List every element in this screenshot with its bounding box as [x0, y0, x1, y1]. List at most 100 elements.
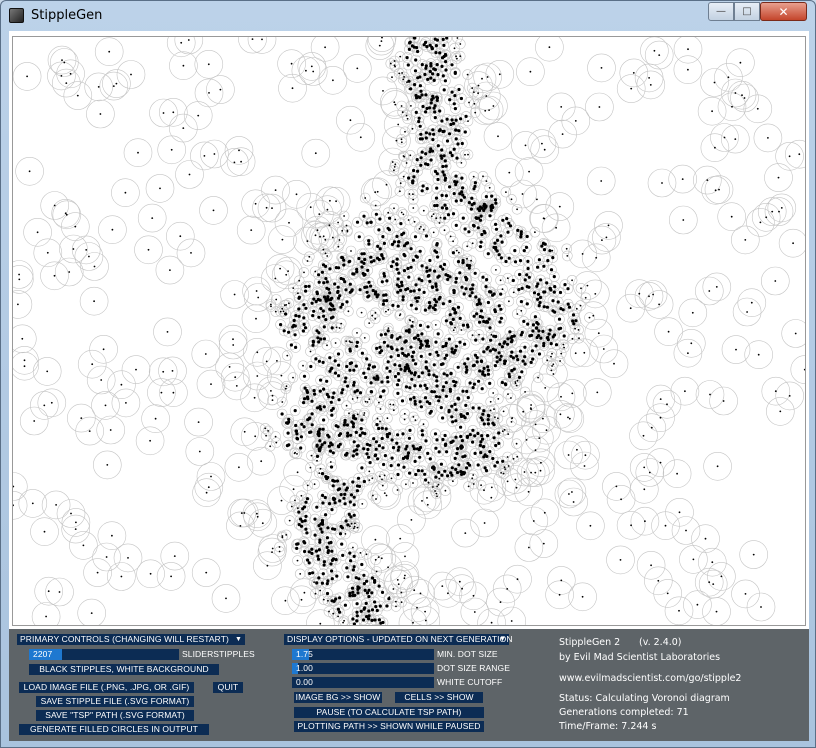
stipple-dot — [435, 492, 438, 495]
stipple-dot — [315, 505, 319, 509]
stipple-dot — [436, 255, 440, 259]
voronoi-cell — [535, 37, 564, 62]
stipple-dot — [341, 553, 345, 558]
stipple-dot — [397, 583, 400, 586]
stipple-dot — [482, 319, 486, 324]
image-bg-toggle-button[interactable]: IMAGE BG >> SHOW — [294, 692, 382, 703]
stipple-dot — [434, 284, 438, 288]
filled-circles-button[interactable]: GENERATE FILLED CIRCLES IN OUTPUT — [19, 724, 209, 735]
stipple-dot — [508, 330, 512, 334]
stipple-dot — [581, 253, 584, 255]
stipple-dot — [727, 76, 730, 79]
stipple-dot — [319, 527, 323, 531]
stipple-dot — [53, 204, 56, 207]
stipple-dot — [366, 268, 370, 272]
display-options-dropdown[interactable]: DISPLAY OPTIONS - UPDATED ON NEXT GENERA… — [284, 634, 513, 645]
stipple-dot — [441, 302, 445, 306]
stipple-dot — [433, 249, 437, 253]
stipple-dot — [208, 92, 210, 94]
stipple-dot — [411, 127, 414, 130]
stipple-dot — [271, 399, 274, 401]
stipple-dot — [100, 379, 103, 381]
stipple-dot — [409, 303, 413, 307]
voronoi-cell — [13, 260, 34, 289]
stipple-dot — [330, 443, 334, 447]
stipple-dot — [355, 602, 359, 606]
stipple-dot — [382, 293, 386, 297]
stipple-dot — [275, 298, 278, 301]
stipple-dot — [464, 403, 468, 407]
stipple-dot — [681, 178, 684, 181]
white-cutoff-slider[interactable]: 0.00 — [292, 677, 434, 688]
stipple-dot — [289, 343, 293, 347]
stipple-dot — [233, 293, 236, 296]
stipple-dot — [484, 469, 489, 473]
stipple-dot — [371, 314, 374, 317]
min-dot-size-slider[interactable]: 1.75 — [292, 649, 434, 660]
stipple-dot — [319, 378, 323, 382]
stipple-dot — [503, 359, 507, 363]
stipple-dot — [519, 230, 523, 234]
minimize-button[interactable]: — — [708, 2, 734, 21]
stipple-dot — [734, 138, 737, 140]
stipple-dot — [390, 438, 394, 442]
stipple-dot — [464, 365, 468, 369]
stipple-dot — [483, 489, 485, 492]
stipples-slider[interactable]: 2207 — [29, 649, 179, 660]
plotting-path-button[interactable]: PLOTTING PATH >> SHOWN WHILE PAUSED — [294, 721, 484, 732]
stipple-dot — [735, 348, 737, 351]
stipple-dot — [471, 87, 474, 89]
stipple-dot — [442, 43, 446, 47]
stipple-dot — [400, 211, 403, 214]
stipple-dot — [439, 406, 443, 410]
stipple-dot — [659, 398, 662, 400]
stipple-dot — [388, 369, 392, 373]
quit-button[interactable]: QUIT — [213, 682, 243, 693]
stipple-dot — [512, 457, 515, 460]
maximize-button[interactable]: □ — [734, 2, 760, 21]
stipple-dot — [479, 416, 483, 420]
stipple-dot — [412, 207, 415, 209]
stipple-dot — [497, 304, 501, 308]
color-mode-button[interactable]: BLACK STIPPLES, WHITE BACKGROUND — [29, 664, 219, 675]
stipple-dot — [421, 104, 425, 109]
cells-toggle-button[interactable]: CELLS >> SHOW — [395, 692, 483, 703]
stipple-dot — [349, 119, 352, 122]
stipple-dot — [404, 329, 409, 333]
load-image-button[interactable]: LOAD IMAGE FILE (.PNG, .JPG, OR .GIF) — [19, 682, 194, 693]
stipple-dot — [778, 210, 780, 213]
stipple-dot — [127, 557, 129, 559]
stipple-dot — [553, 333, 557, 337]
stipple-dot — [464, 532, 467, 534]
stipple-dot — [474, 338, 478, 342]
stipple-dot — [395, 441, 399, 445]
stipple-dot — [444, 442, 448, 446]
stipple-dot — [406, 241, 410, 245]
stipple-dot — [13, 485, 15, 488]
stipple-dot — [486, 422, 490, 426]
stipple-dot — [506, 337, 510, 341]
stipple-dot — [498, 320, 502, 324]
stipple-dot — [437, 470, 441, 474]
stipple-dot — [539, 278, 543, 282]
stipple-dot — [305, 531, 309, 535]
stipple-dot — [369, 381, 373, 385]
stipple-dot — [477, 379, 481, 383]
stipple-dot — [424, 439, 428, 443]
stipple-dot — [479, 240, 483, 244]
stipple-dot — [313, 517, 317, 521]
stipple-dot — [355, 344, 359, 348]
pause-button[interactable]: PAUSE (TO CALCULATE TSP PATH) — [294, 707, 484, 718]
title-bar[interactable]: StippleGen — □ ✕ — [1, 1, 815, 31]
close-button[interactable]: ✕ — [760, 2, 807, 21]
stipple-dot — [350, 289, 354, 293]
stipple-dot — [362, 607, 366, 611]
stipple-dot — [285, 304, 288, 306]
dot-size-range-slider[interactable]: 1.00 — [292, 663, 434, 674]
save-stipple-svg-button[interactable]: SAVE STIPPLE FILE (.SVG FORMAT) — [36, 696, 194, 707]
stipple-dot — [235, 385, 238, 387]
primary-controls-dropdown[interactable]: PRIMARY CONTROLS (CHANGING WILL RESTART)… — [17, 634, 245, 645]
stipple-dot — [412, 482, 414, 484]
stipple-dot — [360, 265, 364, 269]
save-tsp-path-button[interactable]: SAVE "TSP" PATH (.SVG FORMAT) — [36, 710, 194, 721]
